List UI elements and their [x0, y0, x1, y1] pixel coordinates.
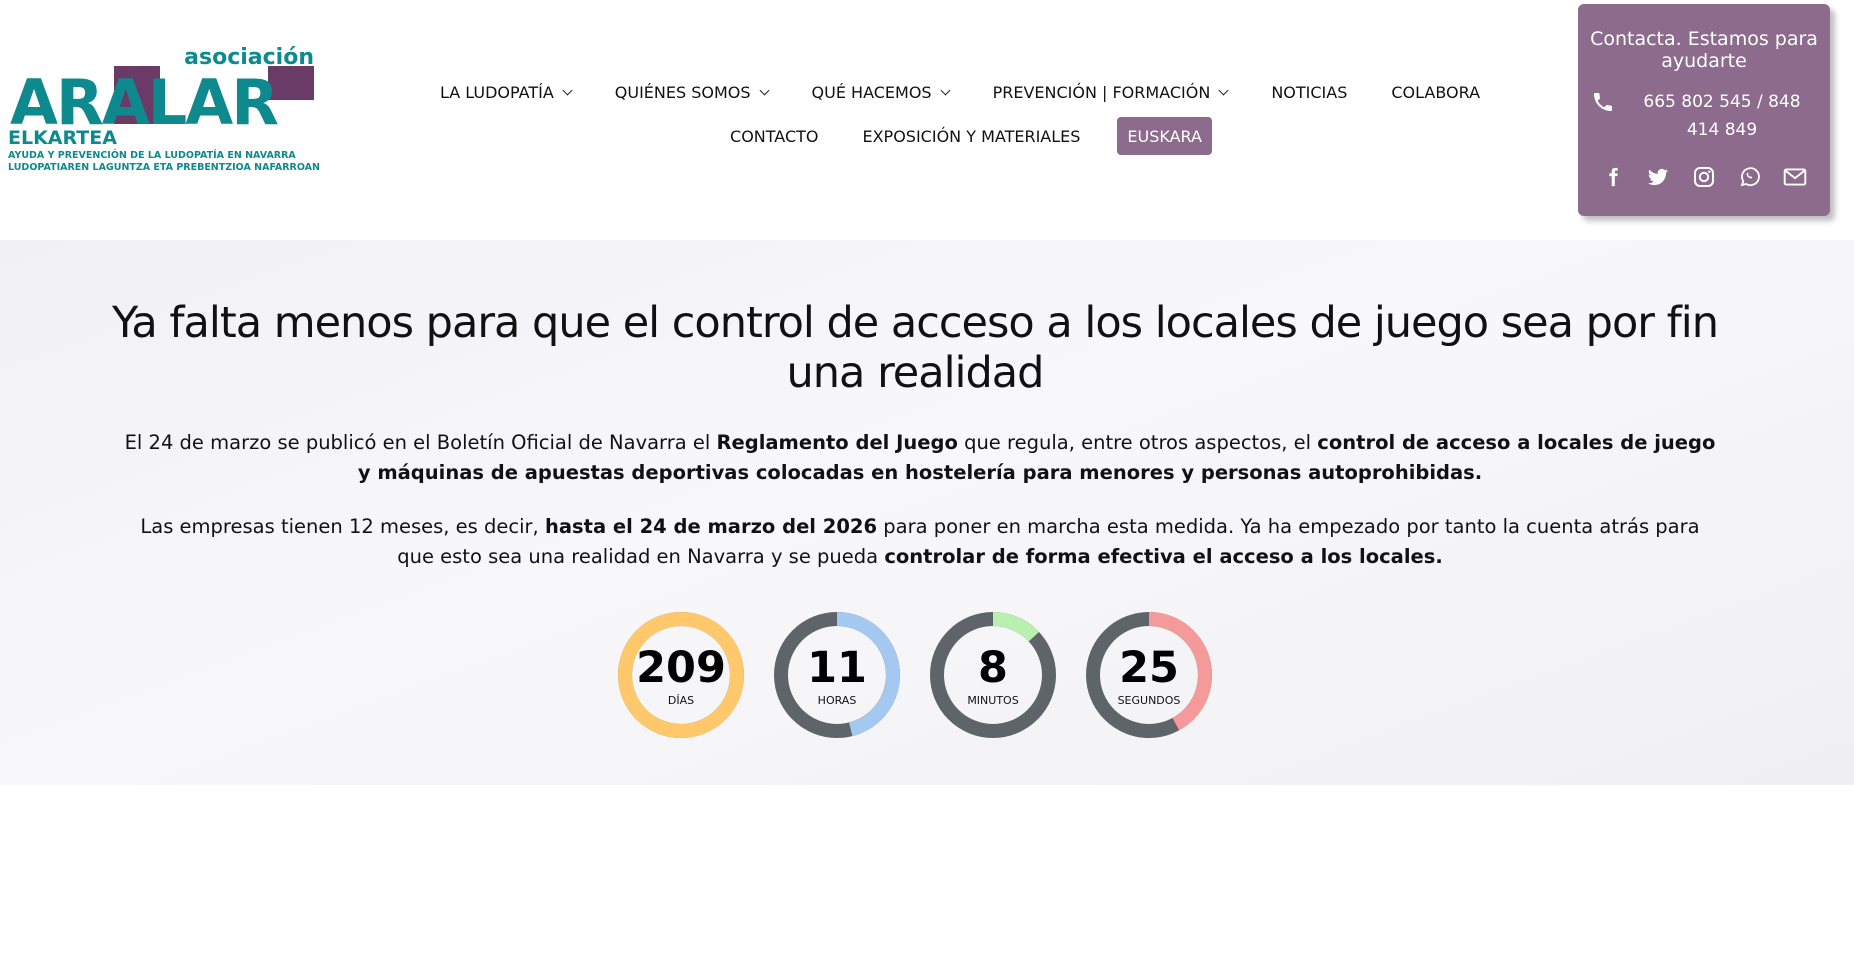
chevron-down-icon [1218, 85, 1229, 95]
chevron-down-icon [562, 85, 573, 95]
nav-row-1: LA LUDOPATÍA QUIÉNES SOMOS QUÉ HACEMOS P… [420, 72, 1500, 112]
nav-item-colabora[interactable]: COLABORA [1369, 74, 1502, 110]
nav-item-que-hacemos[interactable]: QUÉ HACEMOS [790, 74, 971, 110]
logo-tagline-eu: LUDOPATIAREN LAGUNTZA ETA PREBENTZIOA NA… [8, 162, 320, 173]
twitter-icon[interactable] [1645, 164, 1671, 190]
deadline-paragraph: Las empresas tienen 12 meses, es decir, … [140, 515, 1700, 568]
mail-icon[interactable] [1782, 164, 1808, 190]
page-title: Ya falta menos para que el control de ac… [112, 298, 1719, 398]
nav-item-exposicion-materiales[interactable]: EXPOSICIÓN Y MATERIALES [840, 118, 1102, 154]
chevron-down-icon [940, 85, 951, 95]
countdown-days-label: DÍAS [667, 694, 695, 707]
instagram-icon[interactable] [1691, 164, 1717, 190]
phone-icon [1594, 93, 1612, 111]
logo-sub-word: ELKARTEA [8, 127, 117, 149]
logo-tagline-es: AYUDA Y PREVENCIÓN DE LA LUDOPATÍA EN NA… [8, 149, 296, 161]
nav-row-2: CONTACTO EXPOSICIÓN Y MATERIALES EUSKARA [420, 116, 1500, 156]
contact-phone[interactable]: 665 802 545 / 848 414 849 [1578, 88, 1830, 144]
site-header: asociación ARALAR ELKARTEA AYUDA Y PREVE… [0, 0, 1854, 240]
countdown-minutes-label: MINUTOS [967, 694, 1019, 707]
nav-item-quienes-somos[interactable]: QUIÉNES SOMOS [593, 74, 790, 110]
countdown-timer: 209 DÍAS 11 HORAS 8 MINUTOS 25 SEGUNDOS [616, 610, 1214, 740]
contact-box: Contacta. Estamos para ayudarte 665 802 … [1578, 4, 1830, 216]
countdown-minutes: 8 MINUTOS [928, 610, 1058, 740]
countdown-days-value: 209 [636, 643, 726, 693]
countdown-hours-label: HORAS [817, 694, 857, 707]
countdown-seconds-label: SEGUNDOS [1117, 694, 1181, 707]
countdown-seconds: 25 SEGUNDOS [1084, 610, 1214, 740]
nav-item-la-ludopatia[interactable]: LA LUDOPATÍA [418, 74, 593, 110]
countdown-minutes-value: 8 [978, 643, 1008, 693]
aralar-logo[interactable]: asociación ARALAR ELKARTEA AYUDA Y PREVE… [8, 44, 324, 184]
facebook-icon[interactable] [1600, 164, 1626, 190]
euskara-button[interactable]: EUSKARA [1117, 117, 1212, 155]
chevron-down-icon [759, 85, 769, 95]
hero-section: Ya falta menos para que el control de ac… [0, 240, 1854, 785]
countdown-days: 209 DÍAS [616, 610, 746, 740]
nav-item-prevencion-formacion[interactable]: PREVENCIÓN | FORMACIÓN [971, 74, 1250, 110]
main-nav: LA LUDOPATÍA QUIÉNES SOMOS QUÉ HACEMOS P… [420, 72, 1500, 156]
countdown-seconds-value: 25 [1119, 643, 1179, 693]
countdown-hours-value: 11 [807, 643, 867, 693]
social-links [1578, 164, 1830, 190]
intro-paragraph: El 24 de marzo se publicó en el Boletín … [124, 431, 1716, 484]
whatsapp-icon[interactable] [1737, 164, 1763, 190]
contact-title: Contacta. Estamos para ayudarte [1590, 28, 1818, 72]
countdown-hours: 11 HORAS [772, 610, 902, 740]
nav-item-noticias[interactable]: NOTICIAS [1249, 74, 1369, 110]
nav-item-contacto[interactable]: CONTACTO [708, 118, 840, 154]
phone-number: 665 802 545 / 848 414 849 [1643, 92, 1801, 140]
